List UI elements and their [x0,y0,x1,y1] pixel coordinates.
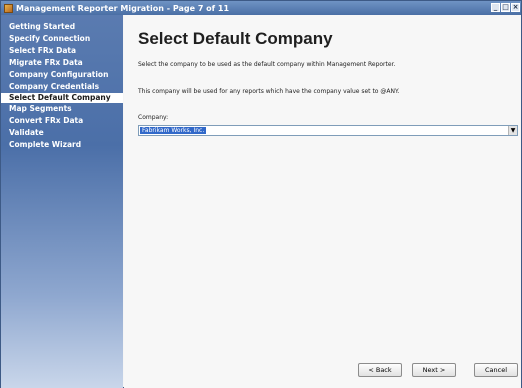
sidebar-item-convert-frx-data[interactable]: Convert FRx Data [1,115,123,127]
cancel-button[interactable]: Cancel [474,363,518,377]
sidebar-item-getting-started[interactable]: Getting Started [1,21,123,33]
wizard-window: Management Reporter Migration - Page 7 o… [0,0,522,388]
wizard-steps-sidebar: Getting Started Specify Connection Selec… [1,15,123,388]
app-icon [4,3,13,13]
next-button[interactable]: Next > [412,363,456,377]
sidebar-item-migrate-frx-data[interactable]: Migrate FRx Data [1,57,123,69]
sidebar-item-specify-connection[interactable]: Specify Connection [1,33,123,45]
minimize-icon[interactable]: _ [491,3,500,12]
page-title: Select Default Company [138,29,333,48]
chevron-down-icon[interactable]: ▼ [508,126,517,135]
wizard-content: Select Default Company Select the compan… [124,15,521,388]
sidebar-item-select-frx-data[interactable]: Select FRx Data [1,45,123,57]
window-title: Management Reporter Migration - Page 7 o… [16,3,230,13]
title-bar: Management Reporter Migration - Page 7 o… [1,1,521,15]
sidebar-item-company-credentials[interactable]: Company Credentials [1,81,123,93]
sidebar-item-company-configuration[interactable]: Company Configuration [1,69,123,81]
back-button[interactable]: < Back [358,363,402,377]
description-text: Select the company to be used as the def… [138,61,396,68]
company-label: Company: [138,114,169,121]
sidebar-item-select-default-company[interactable]: Select Default Company [1,93,123,103]
sidebar-item-complete-wizard[interactable]: Complete Wizard [1,139,123,151]
sidebar-item-map-segments[interactable]: Map Segments [1,103,123,115]
close-icon[interactable]: × [511,3,520,12]
window-controls: _ □ × [491,3,520,12]
any-company-note: This company will be used for any report… [138,88,400,95]
maximize-icon[interactable]: □ [501,3,510,12]
company-dropdown[interactable]: Fabrikam Works, Inc. ▼ [138,125,518,136]
sidebar-item-validate[interactable]: Validate [1,127,123,139]
company-selected-value: Fabrikam Works, Inc. [140,127,207,134]
